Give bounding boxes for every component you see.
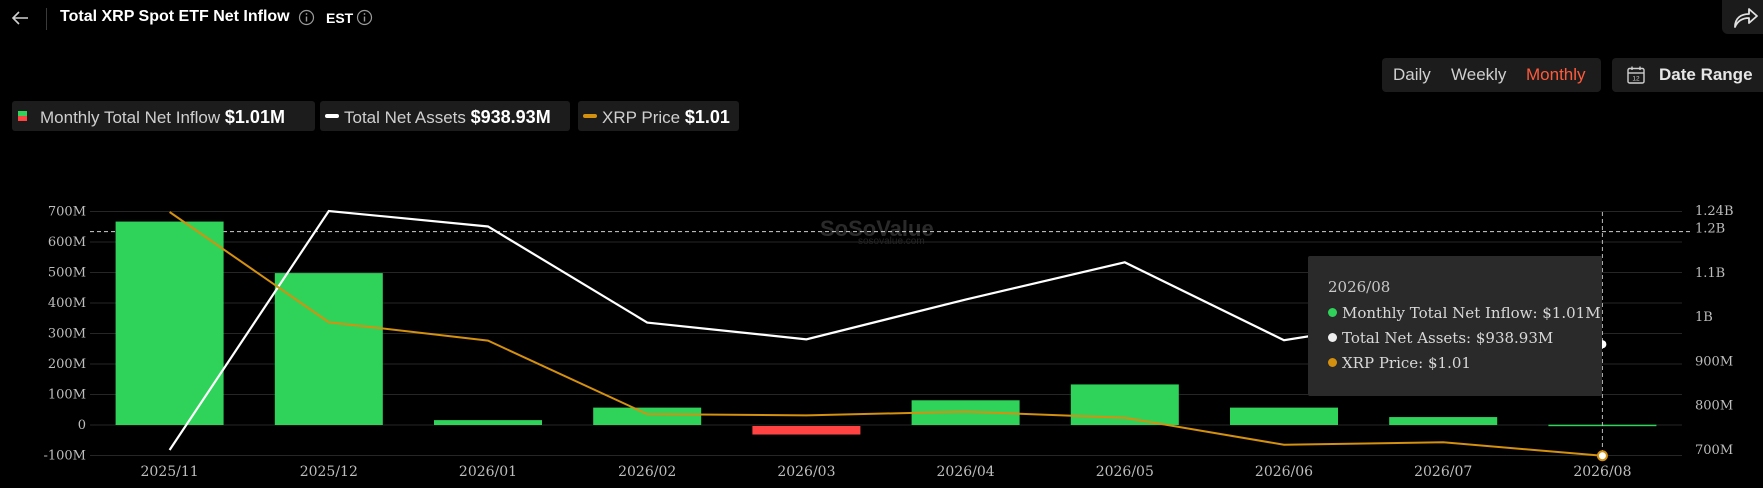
y-right-tick-label: 1B [1695, 310, 1713, 325]
inflow-bar [1389, 417, 1498, 425]
x-tick-label: 2026/01 [459, 464, 517, 480]
tooltip-inflow-row: Monthly Total Net Inflow: $1.01M [1328, 304, 1601, 322]
y-left-tick-label: 100M [48, 388, 86, 403]
tooltip-assets-row: Total Net Assets: $938.93M [1328, 329, 1553, 347]
tooltip-price: XRP Price: $1.01 [1342, 354, 1471, 372]
y-right-tick-label: 700M [1695, 443, 1733, 458]
y-right-tick-label: 800M [1695, 399, 1733, 414]
chart-tooltip: 2026/08 Monthly Total Net Inflow: $1.01M… [1308, 256, 1602, 396]
inflow-bar [752, 426, 861, 435]
y-left-tick-label: 0 [78, 418, 86, 433]
y-right-tick-label: 900M [1695, 354, 1733, 369]
tooltip-price-dot [1328, 358, 1337, 367]
x-tick-label: 2025/12 [300, 464, 358, 480]
tooltip-price-row: XRP Price: $1.01 [1328, 354, 1471, 372]
y-left-tick-label: 300M [48, 327, 86, 342]
tooltip-date: 2026/08 [1328, 278, 1391, 296]
price-highlight-point [1596, 450, 1608, 462]
x-tick-label: 2025/11 [141, 464, 199, 480]
x-tick-label: 2026/04 [937, 464, 995, 480]
tooltip-inflow-dot [1328, 308, 1337, 317]
x-tick-label: 2026/05 [1096, 464, 1154, 480]
etf-inflow-chart: 700M 600M 500M 400M 300M 200M 100M 0 -100M 1.24B 1… [43, 204, 1734, 480]
tooltip-inflow: Monthly Total Net Inflow: $1.01M [1342, 304, 1601, 322]
y-left-tick-label: 600M [48, 235, 86, 250]
y-left-tick-label: 700M [48, 205, 86, 220]
y-right-tick-label: 1.2B [1695, 222, 1725, 237]
x-tick-label: 2026/03 [777, 464, 835, 480]
x-tick-label: 2026/08 [1573, 464, 1631, 480]
y-left-tick-label: 500M [48, 266, 86, 281]
tooltip-assets-dot [1328, 333, 1337, 342]
x-tick-label: 2026/02 [618, 464, 676, 480]
tooltip-assets: Total Net Assets: $938.93M [1342, 329, 1554, 347]
x-tick-label: 2026/07 [1414, 464, 1472, 480]
y-right-tick-label: 1.1B [1695, 266, 1725, 281]
inflow-bar [1070, 384, 1179, 425]
y-right-tick-label: 1.24B [1695, 204, 1734, 219]
x-tick-label: 2026/06 [1255, 464, 1313, 480]
y-left-tick-label: 400M [48, 296, 86, 311]
inflow-bar [1230, 407, 1338, 425]
y-left-tick-label: -100M [43, 449, 86, 464]
inflow-bar [434, 420, 542, 425]
inflow-bar [593, 407, 702, 425]
y-left-tick-label: 200M [48, 357, 86, 372]
